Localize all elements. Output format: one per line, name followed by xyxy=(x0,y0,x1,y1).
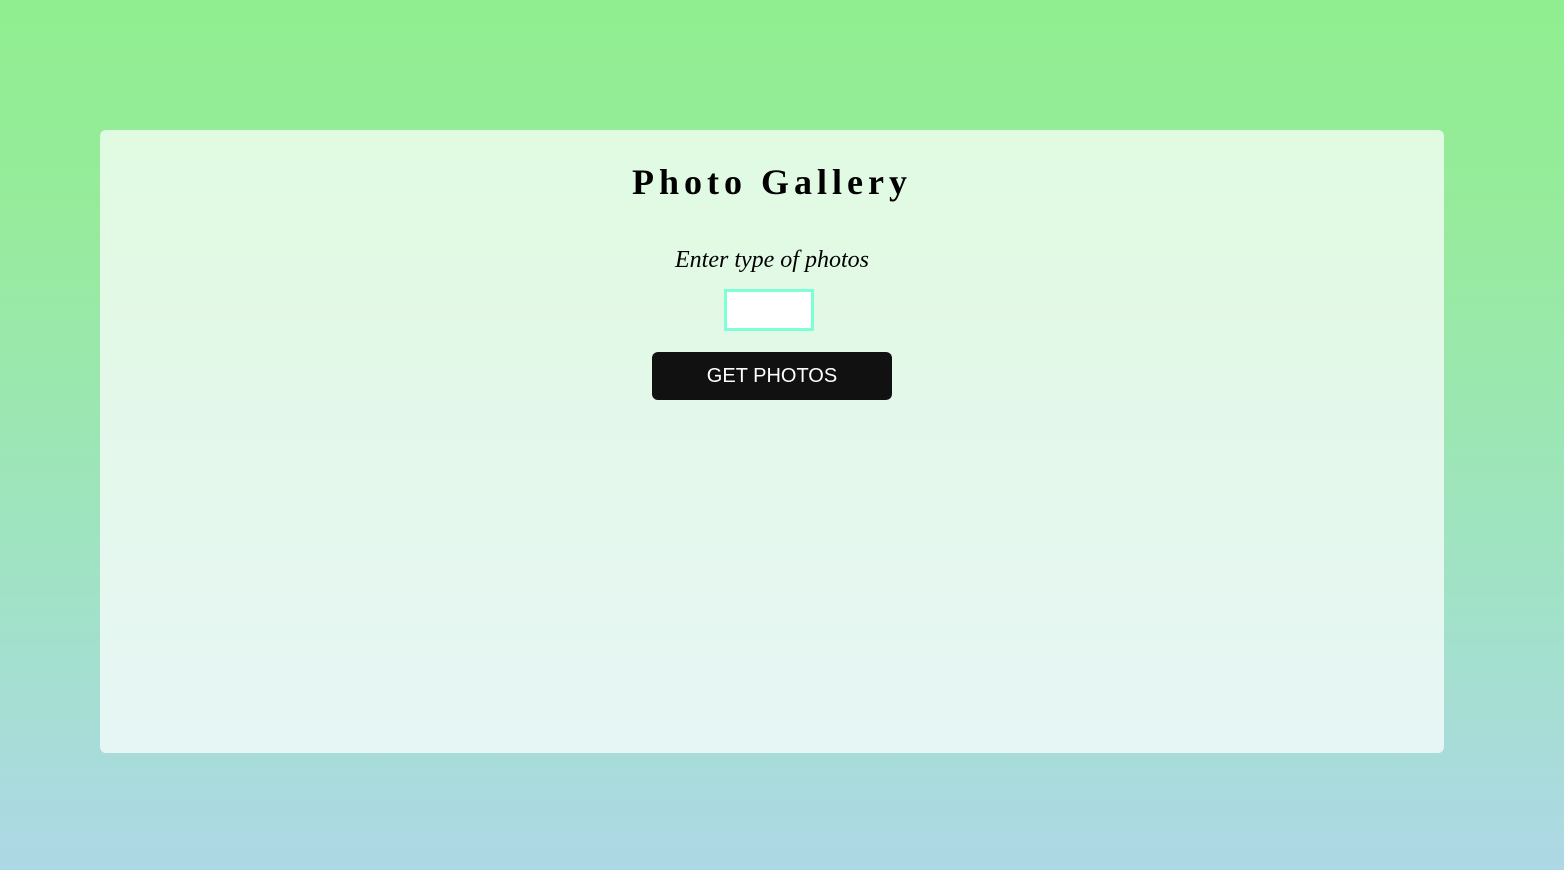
page-background: { "gallery": { "title": "Photo Gallery",… xyxy=(0,0,1564,870)
get-photos-button[interactable]: GET PHOTOS xyxy=(652,352,892,400)
photo-type-input[interactable] xyxy=(724,289,814,331)
search-prompt-label: Enter type of photos xyxy=(675,247,869,273)
gallery-card: Photo Gallery Enter type of photos GET P… xyxy=(100,130,1444,753)
page-title: Photo Gallery xyxy=(632,162,912,202)
